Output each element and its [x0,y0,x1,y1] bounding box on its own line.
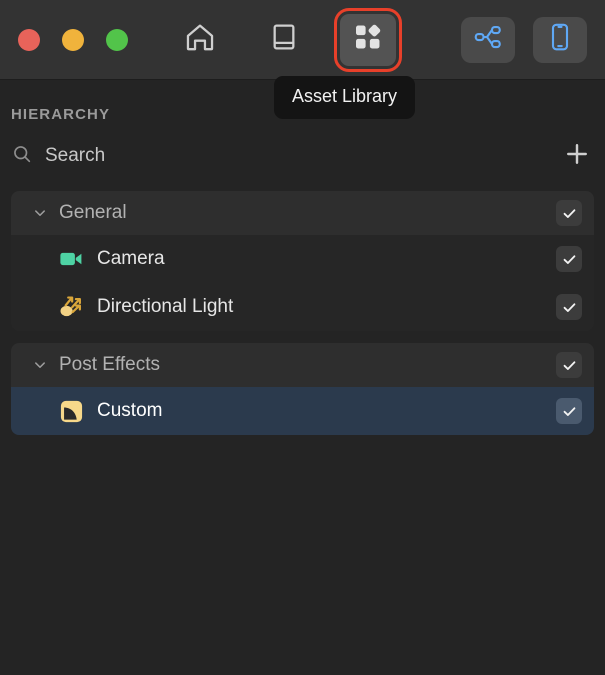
minimize-button[interactable] [62,28,84,51]
check-icon [563,360,575,370]
maximize-button[interactable] [106,28,128,51]
toolbar-right-group [461,16,587,63]
check-icon [563,302,575,312]
tree-row[interactable]: Custom [11,387,594,435]
device-preview-icon [545,22,575,57]
row-visibility-checkbox[interactable] [556,246,582,272]
toolbar-button-asset-library[interactable] [334,7,402,72]
post-effect-icon [57,397,85,425]
search-input[interactable]: Search [11,143,563,170]
tree-row-label: Custom [97,400,163,421]
search-row: Search [0,133,605,179]
hierarchy-panel: HIERARCHY Search General Camera Directiona… [0,80,605,675]
asset-library-icon [352,21,384,58]
close-button[interactable] [18,28,40,51]
tree-row[interactable]: Camera [11,235,594,283]
hierarchy-group: General Camera Directional Light [11,191,594,331]
add-entity-button[interactable] [563,140,591,173]
hierarchy-group: Post Effects Custom [11,343,594,435]
hierarchy-group-header[interactable]: Post Effects [11,343,594,387]
toolbar-button-documentation[interactable] [256,14,312,66]
window-controls [18,28,128,51]
chevron-down-icon[interactable] [31,204,49,222]
plus-icon [563,143,591,172]
check-icon [563,406,575,416]
home-icon [183,20,217,59]
toolbar-button-device-preview[interactable] [533,16,587,63]
row-visibility-checkbox[interactable] [556,398,582,424]
check-icon [563,208,575,218]
chevron-down-icon[interactable] [31,356,49,374]
toolbar: Asset Library [0,0,605,119]
hierarchy-group-header[interactable]: General [11,191,594,235]
toolbar-button-home[interactable] [172,14,228,66]
book-icon [268,21,300,58]
search-placeholder: Search [45,145,106,166]
camera-icon [57,245,85,273]
check-icon [563,254,575,264]
tree-row-label: Directional Light [97,296,234,317]
tree-row[interactable]: Directional Light [11,283,594,331]
row-visibility-checkbox[interactable] [556,352,582,378]
hierarchy-group-label: General [59,202,127,223]
node-graph-icon [473,22,503,57]
row-visibility-checkbox[interactable] [556,200,582,226]
toolbar-button-node-graph[interactable] [461,16,515,63]
row-visibility-checkbox[interactable] [556,294,582,320]
directional-light-icon [57,293,85,321]
hierarchy-tree: General Camera Directional Light Post Effec… [0,191,605,435]
hierarchy-group-label: Post Effects [59,354,161,375]
search-icon [11,143,33,170]
tree-row-label: Camera [97,248,165,269]
toolbar-main-group [172,7,402,72]
tooltip-asset-library: Asset Library [274,76,416,119]
